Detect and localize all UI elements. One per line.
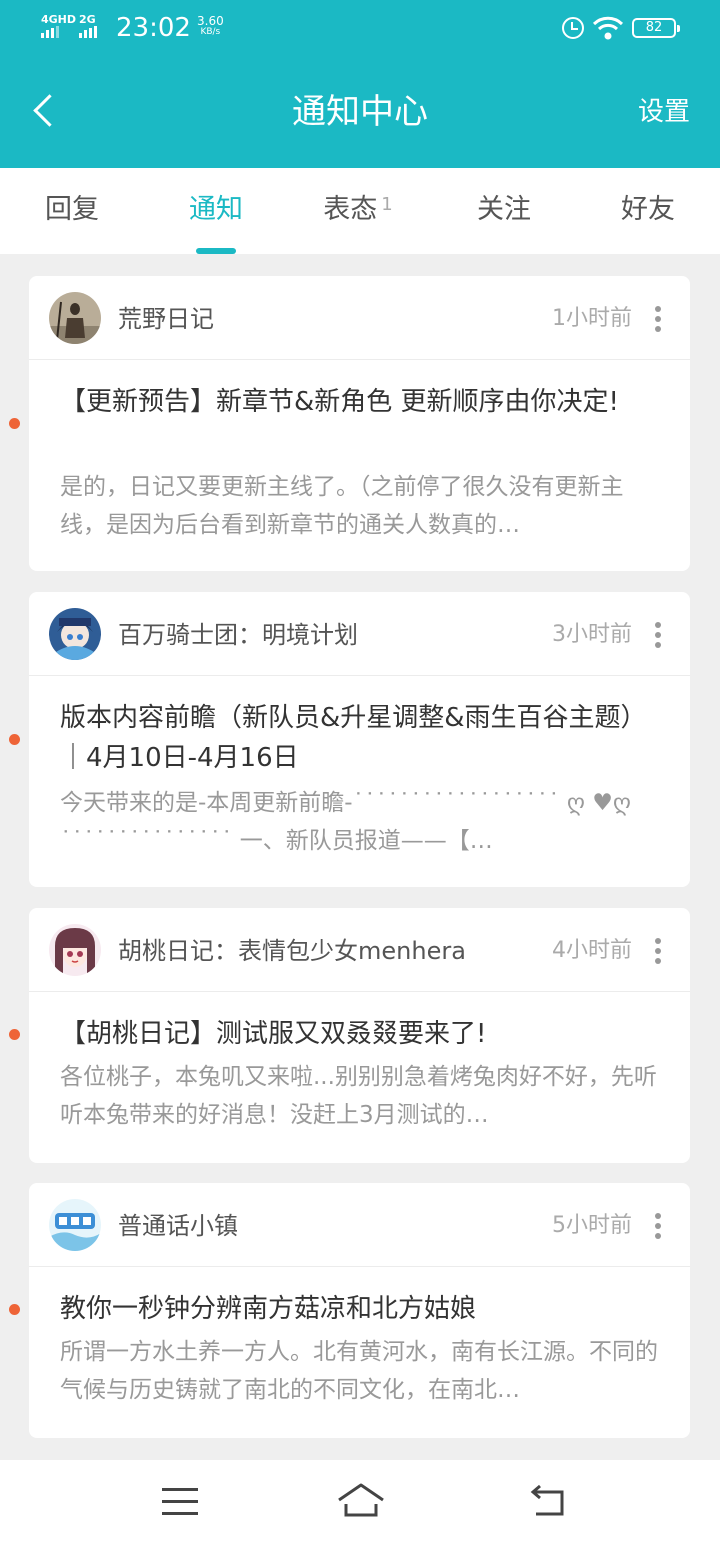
notification-title: 版本内容前瞻（新队员&升星调整&雨生百谷主题）｜4月10日-4月16日 <box>60 703 647 773</box>
battery-indicator: 82 <box>632 18 680 38</box>
notification-card[interactable]: 普通话小镇 5小时前 教你一秒钟分辨南方菇凉和北方姑娘 所谓一方水土养一方人。北… <box>29 1183 690 1438</box>
net-speed-unit: KB/s <box>200 27 221 37</box>
card-header: 荒野日记 1小时前 <box>29 276 690 360</box>
tab-label: 关注 <box>477 194 531 225</box>
timestamp: 5小时前 <box>552 1213 632 1238</box>
net-speed: 3.60 KB/s <box>197 15 224 38</box>
more-options-button[interactable] <box>648 936 668 966</box>
clock: 23:02 <box>116 13 191 43</box>
notification-title: 教你一秒钟分辨南方菇凉和北方姑娘 <box>60 1294 477 1324</box>
tab-badge: 1 <box>381 194 393 215</box>
notification-excerpt: 各位桃子，本兔叽又来啦...别别别急着烤兔肉好不好，先听听本兔带来的好消息！没赶… <box>60 1064 657 1128</box>
settings-button[interactable]: 设置 <box>638 94 690 130</box>
author-name[interactable]: 荒野日记 <box>118 302 214 336</box>
avatar[interactable] <box>49 924 101 976</box>
avatar[interactable] <box>49 1199 101 1251</box>
signal-bars-icon <box>41 26 59 38</box>
notification-excerpt: 所谓一方水土养一方人。北有黄河水，南有长江源。不同的气候与历史铸就了南北的不同文… <box>60 1339 658 1403</box>
menu-icon[interactable] <box>162 1488 198 1516</box>
more-options-button[interactable] <box>648 1211 668 1241</box>
unread-dot <box>9 418 20 429</box>
system-nav-bar <box>0 1460 720 1544</box>
signal-bars-icon <box>79 26 97 38</box>
tab-reactions[interactable]: 表态 1 <box>318 190 398 230</box>
tab-label: 表态 <box>323 194 378 225</box>
notification-title: 【更新预告】新章节&新角色 更新顺序由你决定! <box>60 387 619 417</box>
notification-card[interactable]: 胡桃日记：表情包少女menhera 4小时前 【胡桃日记】测试服又双叒叕要来了!… <box>29 908 690 1163</box>
notification-card[interactable]: 荒野日记 1小时前 【更新预告】新章节&新角色 更新顺序由你决定! 是的，日记又… <box>29 276 690 571</box>
notification-title: 【胡桃日记】测试服又双叒叕要来了! <box>60 1019 487 1049</box>
avatar[interactable] <box>49 608 101 660</box>
timestamp: 3小时前 <box>552 622 632 647</box>
net-speed-value: 3.60 <box>197 14 224 28</box>
author-name[interactable]: 普通话小镇 <box>118 1209 238 1243</box>
more-options-button[interactable] <box>648 304 668 334</box>
tab-label: 回复 <box>45 194 99 225</box>
network-label-2: 2G <box>79 13 96 26</box>
tab-notifications[interactable]: 通知 <box>180 190 252 230</box>
timestamp: 1小时前 <box>552 306 632 331</box>
notification-excerpt: 是的，日记又要更新主线了。（之前停了很久没有更新主线，是因为后台看到新章节的通关… <box>60 474 624 538</box>
unread-dot <box>9 1304 20 1315</box>
tab-label: 好友 <box>621 194 675 225</box>
active-tab-indicator <box>196 248 236 254</box>
notification-card[interactable]: 百万骑士团：明境计划 3小时前 版本内容前瞻（新队员&升星调整&雨生百谷主题）｜… <box>29 592 690 887</box>
tab-label: 通知 <box>189 194 243 225</box>
more-options-button[interactable] <box>648 620 668 650</box>
tab-bar: 回复 通知 表态 1 关注 好友 <box>0 168 720 254</box>
back-icon[interactable] <box>528 1484 568 1520</box>
card-header: 胡桃日记：表情包少女menhera 4小时前 <box>29 908 690 992</box>
author-name[interactable]: 百万骑士团：明境计划 <box>118 618 358 652</box>
status-bar: 4GHD 2G 23:02 3.60 KB/s 82 <box>0 0 720 56</box>
author-name[interactable]: 胡桃日记：表情包少女menhera <box>118 934 466 968</box>
card-header: 普通话小镇 5小时前 <box>29 1183 690 1267</box>
unread-dot <box>9 1029 20 1040</box>
network-label-1: 4GHD <box>41 13 77 26</box>
timestamp: 4小时前 <box>552 938 632 963</box>
wifi-icon <box>592 16 624 40</box>
app-header: 4GHD 2G 23:02 3.60 KB/s 82 通知中心 设置 <box>0 0 720 168</box>
tab-follows[interactable]: 关注 <box>468 190 540 230</box>
home-icon[interactable] <box>336 1482 386 1520</box>
tab-friends[interactable]: 好友 <box>612 190 684 230</box>
page-title: 通知中心 <box>292 92 428 132</box>
avatar[interactable] <box>49 292 101 344</box>
card-header: 百万骑士团：明境计划 3小时前 <box>29 592 690 676</box>
unread-dot <box>9 734 20 745</box>
notification-excerpt: 今天带来的是-本周更新前瞻-˙˙˙˙˙˙˙˙˙˙˙˙˙˙˙˙˙˙ ღ ♥ღ ˙˙… <box>60 790 632 854</box>
tab-replies[interactable]: 回复 <box>36 190 108 230</box>
alarm-icon <box>562 17 584 39</box>
